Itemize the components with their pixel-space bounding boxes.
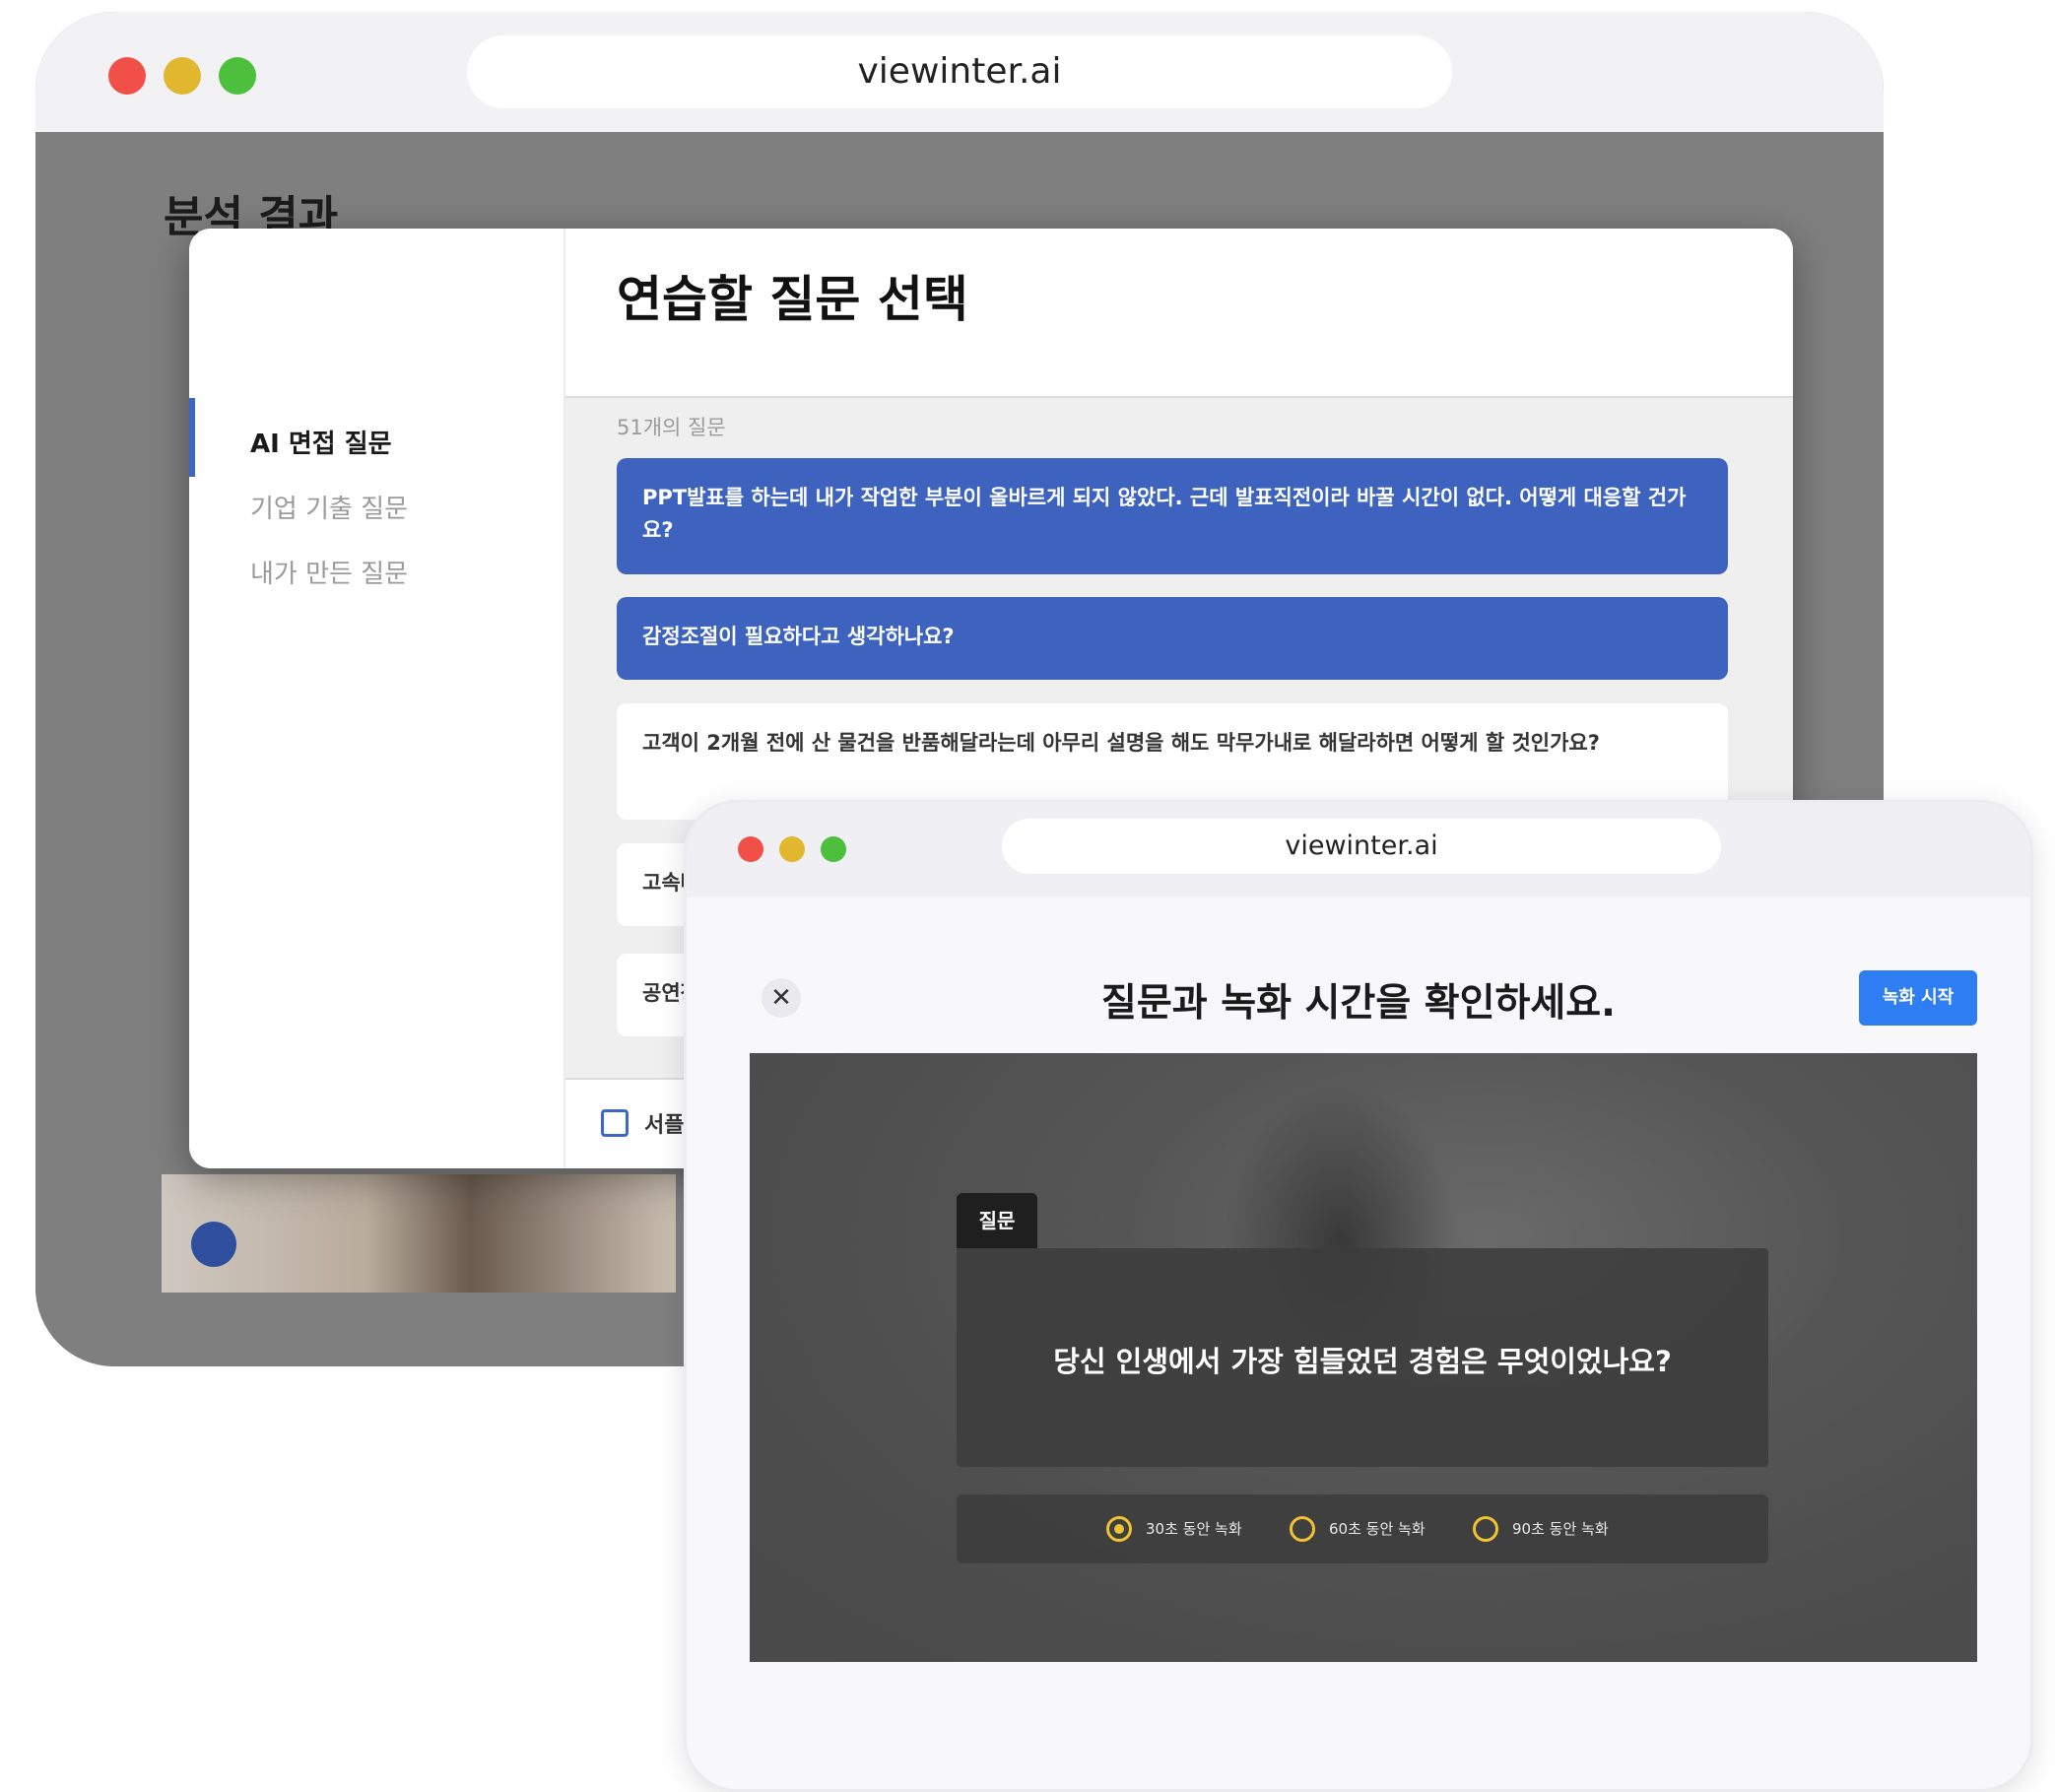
address-bar[interactable]: viewinter.ai: [467, 35, 1452, 108]
camera-preview: 질문 당신 인생에서 가장 힘들었던 경험은 무엇이었나요? 30초 동안 녹화…: [750, 1053, 1977, 1662]
option-label: 30초 동안 녹화: [1146, 1520, 1242, 1538]
question-item[interactable]: PPT발표를 하는데 내가 작업한 부분이 올바르게 되지 않았다. 근데 발표…: [617, 458, 1728, 574]
front-browser-window: viewinter.ai ✕ 질문과 녹화 시간을 확인하세요. 녹화 시작 질…: [684, 800, 2033, 1792]
sidebar-item-company-questions[interactable]: 기업 기출 질문: [250, 489, 408, 525]
page-title: 질문과 녹화 시간을 확인하세요.: [1101, 981, 1616, 1026]
radio-icon[interactable]: [1473, 1516, 1498, 1542]
minimize-window-icon[interactable]: [779, 836, 805, 862]
sidebar-item-my-questions[interactable]: 내가 만든 질문: [250, 554, 408, 590]
question-text: 당신 인생에서 가장 힘들었던 경험은 무엇이었나요?: [1053, 1345, 1672, 1378]
sample-checkbox[interactable]: [601, 1109, 629, 1137]
question-count: 51개의 질문: [617, 416, 726, 439]
start-recording-button[interactable]: 녹화 시작: [1859, 970, 1977, 1026]
question-item[interactable]: 감정조절이 필요하다고 생각하나요?: [617, 597, 1728, 680]
browser-titlebar: viewinter.ai: [35, 12, 1884, 132]
option-label: 90초 동안 녹화: [1512, 1520, 1609, 1538]
radio-icon[interactable]: [1290, 1516, 1315, 1542]
sidebar-item-ai-questions[interactable]: AI 면접 질문: [250, 424, 392, 460]
close-window-icon[interactable]: [738, 836, 763, 862]
close-window-icon[interactable]: [108, 57, 146, 95]
modal-sidebar: AI 면접 질문 기업 기출 질문 내가 만든 질문: [189, 229, 565, 1168]
recording-time-options: 30초 동안 녹화 60초 동안 녹화 90초 동안 녹화: [957, 1494, 1768, 1563]
browser-titlebar: viewinter.ai: [687, 803, 2030, 897]
maximize-window-icon[interactable]: [821, 836, 846, 862]
radio-checked-icon[interactable]: [1106, 1516, 1132, 1542]
option-label: 60초 동안 녹화: [1329, 1520, 1425, 1538]
question-tab: 질문: [957, 1193, 1037, 1248]
modal-title: 연습할 질문 선택: [617, 271, 968, 328]
question-box: 당신 인생에서 가장 힘들었던 경험은 무엇이었나요?: [957, 1248, 1768, 1467]
photo-badge-icon: [191, 1222, 236, 1267]
background-photo: [162, 1174, 676, 1293]
maximize-window-icon[interactable]: [219, 57, 256, 95]
address-bar[interactable]: viewinter.ai: [1002, 819, 1721, 874]
active-tab-indicator: [189, 398, 195, 477]
modal-header: 연습할 질문 선택: [565, 229, 1793, 398]
minimize-window-icon[interactable]: [164, 57, 201, 95]
